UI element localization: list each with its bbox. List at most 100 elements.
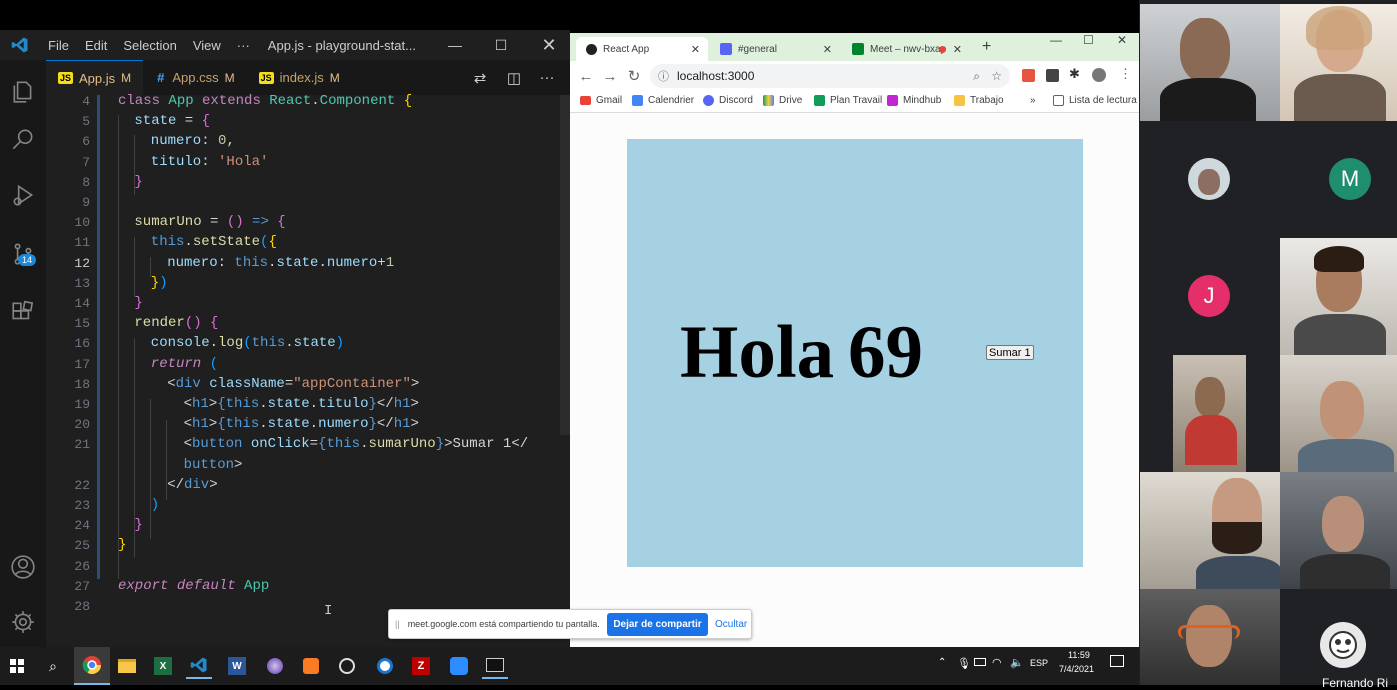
bookmark-calendrier[interactable]: Calendrier	[632, 95, 694, 106]
bookmark-plan-travail[interactable]: Plan Travail	[814, 95, 882, 106]
extensions-puzzle-icon[interactable]: ✱	[1069, 66, 1080, 82]
explorer-icon[interactable]	[0, 68, 46, 116]
menu-view[interactable]: View	[185, 38, 229, 53]
participant-video[interactable]	[1173, 355, 1246, 472]
close-icon[interactable]: ✕	[1117, 33, 1127, 47]
new-tab-icon[interactable]: +	[982, 38, 991, 56]
drag-handle-icon[interactable]: ||	[395, 619, 400, 629]
windows-start-icon[interactable]	[4, 653, 30, 679]
participant-video[interactable]	[1280, 4, 1397, 121]
extension-icon[interactable]	[1022, 69, 1035, 82]
sumar-button[interactable]: Sumar 1	[986, 345, 1034, 360]
volume-icon[interactable]: 🔈	[1010, 656, 1024, 669]
bookmark-gmail[interactable]: Gmail	[580, 95, 622, 106]
participant-video[interactable]	[1140, 4, 1280, 121]
code-editor[interactable]: 4 5 6 7 8 9 10 11 12 13 14 15 16 17 18 19 20 21 22 23 24 25 26…	[46, 93, 570, 647]
taskbar-zoom-icon[interactable]	[446, 653, 472, 679]
code-token: >	[208, 396, 218, 412]
account-icon[interactable]	[0, 543, 46, 591]
close-icon[interactable]: ✕	[526, 30, 572, 60]
participant-video[interactable]	[1280, 472, 1397, 589]
code-token: log	[218, 335, 244, 352]
reload-icon[interactable]: ↻	[622, 67, 646, 85]
close-tab-icon[interactable]: ✕	[823, 43, 832, 56]
extension-icon[interactable]	[1046, 69, 1059, 82]
search-icon[interactable]: ⌕	[40, 653, 66, 679]
wifi-icon[interactable]: ◠	[992, 656, 1002, 669]
tab-app-css[interactable]: # App.css M	[143, 60, 247, 95]
participant-video[interactable]	[1280, 238, 1397, 355]
taskbar-chrome-icon[interactable]	[74, 647, 110, 685]
address-bar[interactable]: ⓘ localhost:3000 ⌕ ☆	[650, 64, 1010, 88]
language-indicator[interactable]: ESP	[1030, 658, 1048, 668]
bookmark-star-icon[interactable]: ☆	[991, 69, 1002, 83]
taskbar-app-icon[interactable]	[372, 653, 398, 679]
tab-google-meet[interactable]: Meet – nwv-bxap ✕	[842, 37, 970, 61]
source-control-icon[interactable]: 14	[0, 230, 46, 278]
compare-changes-icon[interactable]: ⇄	[465, 60, 495, 95]
search-icon[interactable]	[0, 116, 46, 164]
editor-scrollbar[interactable]	[560, 95, 570, 435]
minimize-icon[interactable]: —	[1050, 33, 1062, 47]
person-head	[1322, 496, 1364, 552]
profile-avatar[interactable]	[1092, 68, 1106, 82]
menu-edit[interactable]: Edit	[77, 38, 115, 53]
bookmark-discord[interactable]: Discord	[703, 95, 753, 106]
participant-video[interactable]	[1140, 589, 1280, 685]
back-icon[interactable]: ←	[574, 68, 598, 85]
taskbar-excel-icon[interactable]: X	[150, 653, 176, 679]
vscode-logo-icon[interactable]	[0, 30, 40, 60]
zoom-icon[interactable]: ⌕	[973, 69, 980, 84]
taskbar-xampp-icon[interactable]	[298, 653, 324, 679]
tab-index-js[interactable]: JS index.js M	[246, 60, 352, 95]
close-tab-icon[interactable]: ✕	[691, 43, 700, 56]
menu-selection[interactable]: Selection	[115, 38, 184, 53]
info-icon[interactable]: ⓘ	[658, 68, 669, 84]
bookmarks-overflow-button[interactable]: »	[1030, 95, 1036, 106]
notifications-icon[interactable]	[1110, 655, 1124, 667]
run-debug-icon[interactable]	[0, 171, 46, 219]
taskbar-app-icon[interactable]	[334, 653, 360, 679]
menu-more[interactable]: ···	[229, 38, 258, 53]
taskbar-word-icon[interactable]: W	[224, 653, 250, 679]
taskbar-vscode-icon[interactable]	[186, 653, 212, 679]
hide-button[interactable]: Ocultar	[715, 619, 747, 630]
tab-app-js[interactable]: JS App.js M	[46, 60, 144, 95]
maximize-icon[interactable]: ☐	[1083, 33, 1094, 47]
participant-video[interactable]	[1280, 355, 1397, 472]
chrome-menu-icon[interactable]: ⋮	[1119, 66, 1132, 82]
forward-icon[interactable]: →	[598, 68, 622, 85]
taskbar-app-icon[interactable]	[262, 653, 288, 679]
minimize-icon[interactable]: —	[432, 30, 478, 60]
close-tab-icon[interactable]: ✕	[953, 43, 962, 56]
participant-video[interactable]	[1140, 472, 1280, 589]
bookmark-mindhub[interactable]: Mindhub	[887, 95, 941, 106]
microphone-icon[interactable]: 🎙	[957, 657, 971, 670]
clock-date[interactable]: 7/4/2021	[1059, 664, 1094, 674]
reading-list-button[interactable]: Lista de lectura	[1053, 95, 1137, 106]
stop-sharing-button[interactable]: Dejar de compartir	[607, 613, 708, 636]
participant-avatar[interactable]	[1320, 622, 1366, 668]
tab-react-app[interactable]: React App ✕	[576, 37, 708, 61]
battery-icon[interactable]	[974, 658, 986, 666]
person-hair	[1314, 246, 1364, 272]
taskbar-explorer-icon[interactable]	[114, 653, 140, 679]
extensions-icon[interactable]	[0, 288, 46, 336]
participant-avatar[interactable]: M	[1329, 158, 1371, 200]
participant-avatar[interactable]: J	[1188, 275, 1230, 317]
taskbar-filezilla-icon[interactable]: Z	[408, 653, 434, 679]
taskbar-terminal-icon[interactable]	[482, 653, 508, 679]
menu-file[interactable]: File	[40, 38, 77, 53]
clock-time[interactable]: 11:59	[1068, 650, 1090, 660]
settings-gear-icon[interactable]	[0, 598, 46, 646]
bookmark-drive[interactable]: Drive	[763, 95, 802, 106]
code-token: state	[134, 113, 177, 130]
tray-expand-icon[interactable]: ⌃	[938, 657, 946, 668]
code-token: }	[150, 274, 160, 291]
split-editor-icon[interactable]: ◫	[499, 60, 529, 95]
bookmark-trabajo[interactable]: Trabajo	[954, 95, 1004, 106]
more-actions-icon[interactable]: ···	[532, 60, 562, 95]
maximize-icon[interactable]: ☐	[478, 30, 524, 60]
tab-discord-general[interactable]: #general ✕	[710, 37, 840, 61]
participant-avatar[interactable]	[1188, 158, 1230, 200]
